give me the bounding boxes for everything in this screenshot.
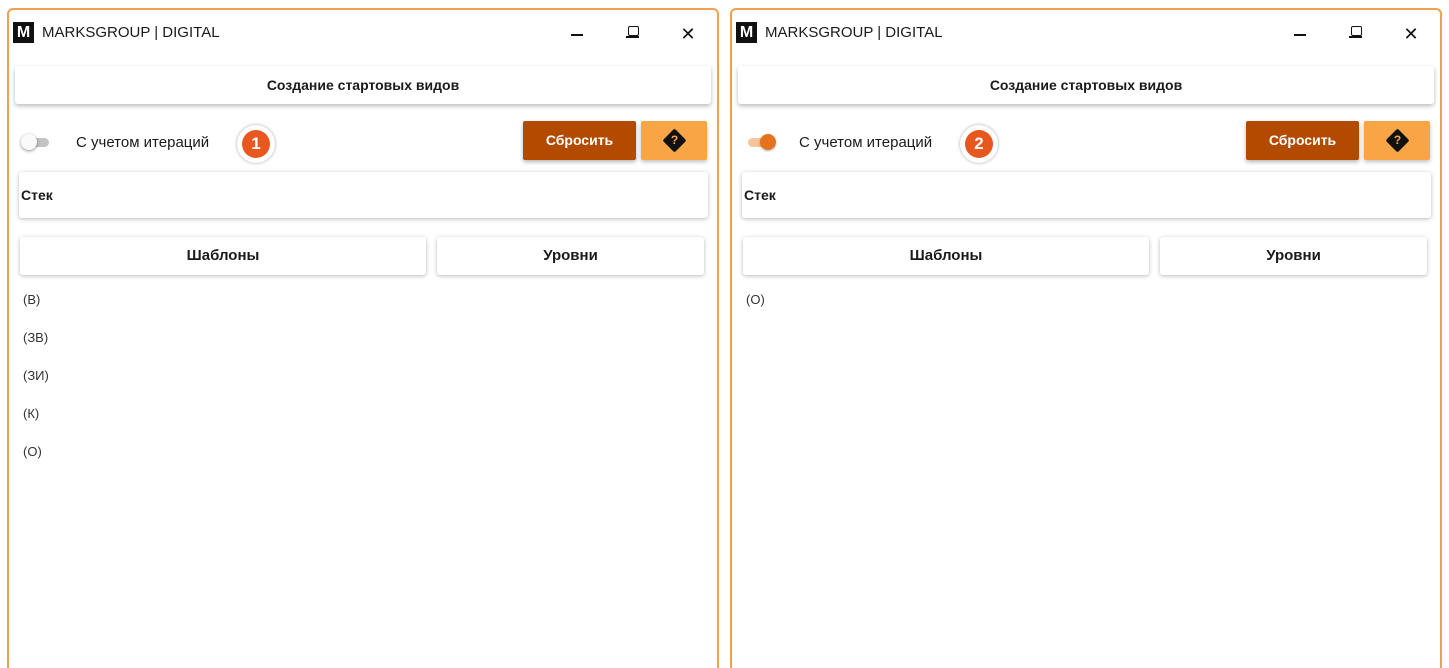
iterations-toggle[interactable] xyxy=(21,134,53,150)
tab-levels[interactable]: Уровни xyxy=(437,237,704,275)
stack-field[interactable]: Стек xyxy=(19,172,708,218)
step-badge: 2 xyxy=(960,125,998,163)
close-button[interactable]: ✕ xyxy=(1401,24,1421,44)
template-list: (В) (ЗВ) (ЗИ) (К) (О) xyxy=(23,290,49,480)
close-button[interactable]: ✕ xyxy=(678,24,698,44)
minimize-button[interactable] xyxy=(567,24,587,44)
step-number: 1 xyxy=(242,130,270,158)
list-item[interactable]: (В) xyxy=(23,290,49,328)
reset-button[interactable]: Сбросить xyxy=(523,121,636,160)
header-button[interactable]: Создание стартовых видов xyxy=(15,66,711,104)
tab-levels[interactable]: Уровни xyxy=(1160,237,1427,275)
restore-button[interactable] xyxy=(623,24,643,44)
list-item[interactable]: (ЗИ) xyxy=(23,366,49,404)
app-logo-icon: M xyxy=(736,22,757,43)
app-window-1: M MARKSGROUP | DIGITAL ✕ Создание старто… xyxy=(7,8,719,668)
toggle-label: С учетом итераций xyxy=(799,134,933,151)
window-title: MARKSGROUP | DIGITAL xyxy=(42,24,220,41)
tab-templates[interactable]: Шаблоны xyxy=(743,237,1149,275)
stack-field[interactable]: Стек xyxy=(742,172,1431,218)
template-list: (О) xyxy=(746,290,765,328)
list-item[interactable]: (О) xyxy=(746,290,765,328)
title-bar: M MARKSGROUP | DIGITAL ✕ xyxy=(732,10,1440,54)
toggle-label: С учетом итераций xyxy=(76,134,210,151)
toggle-knob xyxy=(21,134,37,150)
help-button[interactable]: ? xyxy=(1364,121,1430,160)
minimize-button[interactable] xyxy=(1290,24,1310,44)
app-logo-icon: M xyxy=(13,22,34,43)
title-bar: M MARKSGROUP | DIGITAL ✕ xyxy=(9,10,717,54)
restore-button[interactable] xyxy=(1346,24,1366,44)
toggle-knob xyxy=(760,134,776,150)
list-item[interactable]: (ЗВ) xyxy=(23,328,49,366)
step-number: 2 xyxy=(965,130,993,158)
iterations-toggle[interactable] xyxy=(744,134,776,150)
help-button[interactable]: ? xyxy=(641,121,707,160)
window-title: MARKSGROUP | DIGITAL xyxy=(765,24,943,41)
reset-button[interactable]: Сбросить xyxy=(1246,121,1359,160)
tab-templates[interactable]: Шаблоны xyxy=(20,237,426,275)
step-badge: 1 xyxy=(237,125,275,163)
app-window-2: M MARKSGROUP | DIGITAL ✕ Создание старто… xyxy=(730,8,1442,668)
list-item[interactable]: (К) xyxy=(23,404,49,442)
header-button[interactable]: Создание стартовых видов xyxy=(738,66,1434,104)
list-item[interactable]: (О) xyxy=(23,442,49,480)
